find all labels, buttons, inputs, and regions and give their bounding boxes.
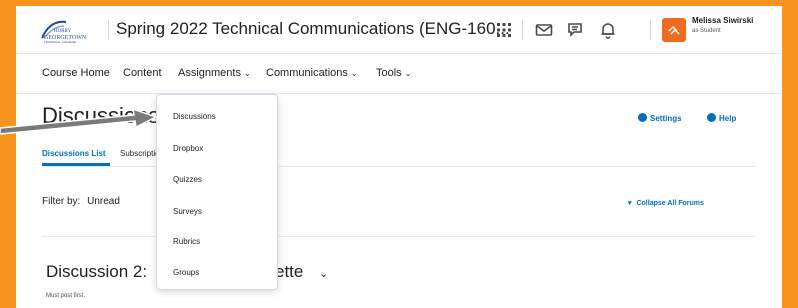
tab-discussions-list[interactable]: Discussions List — [42, 149, 106, 158]
chevron-down-icon: ⌄ — [243, 69, 251, 78]
header-divider — [650, 20, 651, 40]
user-avatar[interactable] — [662, 18, 686, 42]
user-role: as Student — [692, 28, 721, 34]
topic-title[interactable]: Discussion 2: — [46, 262, 147, 282]
nav-content[interactable]: Content — [123, 67, 162, 79]
chat-icon[interactable] — [566, 20, 586, 40]
settings-label: Settings — [650, 114, 682, 123]
assignments-dropdown: Discussions Dropbox Quizzes Surveys Rubr… — [156, 94, 278, 290]
menu-item-surveys[interactable]: Surveys — [173, 207, 202, 216]
gear-icon — [638, 113, 647, 122]
filter-row: Filter by: Unread — [42, 196, 120, 207]
help-link[interactable]: Help — [707, 113, 736, 123]
apps-grid-icon[interactable] — [494, 20, 514, 40]
caret-down-icon: ▾ — [628, 200, 632, 207]
help-label: Help — [719, 114, 737, 123]
nav-communications[interactable]: Communications ⌄ — [266, 67, 358, 79]
topic-subtitle: Must post first. — [46, 293, 86, 299]
chevron-down-icon: ⌄ — [404, 69, 412, 78]
logo-sub-text: TECHNICAL COLLEGE — [44, 40, 76, 44]
bell-icon[interactable] — [598, 20, 618, 40]
chevron-down-icon: ⌄ — [350, 69, 358, 78]
nav-tools-label: Tools — [376, 67, 402, 79]
header-divider — [522, 20, 523, 40]
course-title[interactable]: Spring 2022 Technical Communications (EN… — [116, 19, 510, 39]
header-divider — [108, 20, 109, 40]
chevron-down-icon[interactable]: ⌄ — [319, 267, 328, 280]
nav-communications-label: Communications — [266, 67, 348, 79]
menu-item-dropbox[interactable]: Dropbox — [173, 144, 203, 153]
page-title: Discussions — [42, 103, 160, 128]
logo-top-text: HORRY — [54, 29, 72, 34]
nav-course-home[interactable]: Course Home — [42, 67, 110, 79]
topic-title-suffix[interactable]: ette — [275, 262, 303, 282]
section-divider — [42, 236, 756, 237]
menu-item-quizzes[interactable]: Quizzes — [173, 175, 202, 184]
filter-label: Filter by: — [42, 196, 81, 207]
tabs-divider — [42, 166, 756, 167]
collapse-label: Collapse All Forums — [636, 200, 704, 207]
collapse-all-forums[interactable]: ▾ Collapse All Forums — [628, 199, 704, 207]
nav-assignments[interactable]: Assignments ⌄ — [178, 67, 251, 79]
course-navbar: Course Home Content Assignments ⌄ Communi… — [16, 54, 782, 94]
settings-link[interactable]: Settings — [638, 113, 682, 123]
menu-item-discussions[interactable]: Discussions — [173, 112, 216, 121]
top-bar: HORRY GEORGETOWN TECHNICAL COLLEGE Sprin… — [16, 6, 782, 54]
menu-item-groups[interactable]: Groups — [173, 268, 199, 277]
nav-tools[interactable]: Tools ⌄ — [376, 67, 411, 79]
filter-unread[interactable]: Unread — [87, 196, 120, 207]
college-logo[interactable]: HORRY GEORGETOWN TECHNICAL COLLEGE — [40, 16, 110, 44]
user-name[interactable]: Melissa Siwirski — [692, 16, 753, 25]
help-icon — [707, 113, 716, 122]
browser-page: HORRY GEORGETOWN TECHNICAL COLLEGE Sprin… — [16, 6, 782, 308]
nav-assignments-label: Assignments — [178, 67, 241, 79]
mail-icon[interactable] — [534, 20, 554, 40]
menu-item-rubrics[interactable]: Rubrics — [173, 237, 200, 246]
avatar-icon — [668, 25, 680, 35]
